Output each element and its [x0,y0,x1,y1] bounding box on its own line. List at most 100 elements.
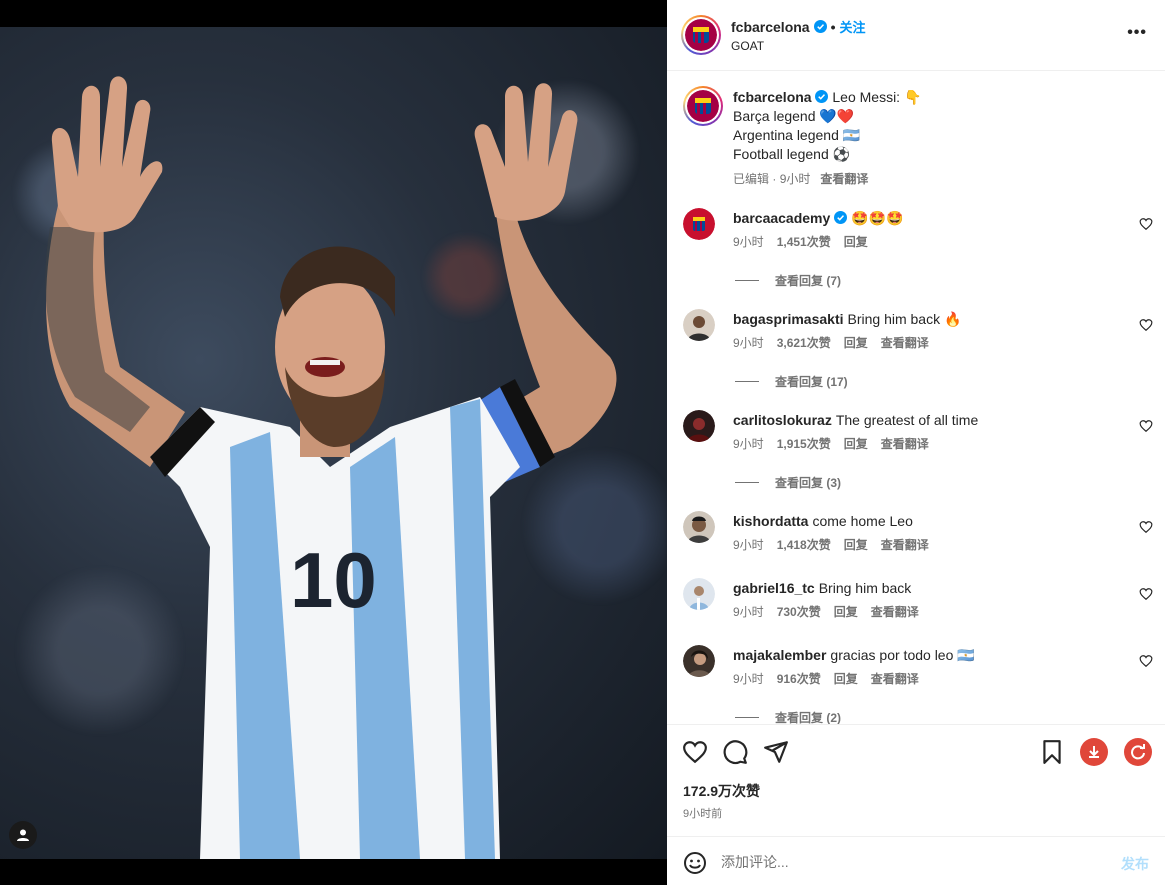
comment-heart-icon[interactable] [1139,217,1153,231]
comment-likes[interactable]: 916次赞 [777,670,821,689]
author-avatar[interactable] [681,15,721,55]
post-subtitle: GOAT [731,39,765,53]
comment-time: 9小时 [733,672,764,686]
post-photo[interactable]: 10 [0,27,667,859]
comment-username[interactable]: carlitoslokuraz [733,412,832,428]
view-replies-label[interactable]: 查看回复 (7) [775,272,841,289]
follow-button[interactable]: 关注 [840,17,866,36]
commenter-avatar[interactable] [683,511,715,543]
download-button[interactable] [1080,738,1108,766]
comment-body: barcaacademy 🤩🤩🤩 9小时 1,451次赞 回复 [733,209,1113,252]
svg-text:10: 10 [290,536,377,624]
commenter-avatar[interactable] [683,208,715,240]
comment-likes[interactable]: 1,418次赞 [777,536,831,555]
view-replies-label[interactable]: 查看回复 (17) [775,373,848,390]
caption-time: 9小时 [779,172,811,186]
comment-meta: 9小时 916次赞 回复 查看翻译 [733,670,1113,689]
commenter-avatar[interactable] [683,410,715,442]
comment-time: 9小时 [733,437,764,451]
commenter-avatar[interactable] [683,309,715,341]
comments-list[interactable]: fcbarcelona Leo Messi: 👇 Barça legend 💙❤… [667,72,1165,724]
comment-heart-icon[interactable] [1139,587,1153,601]
verified-icon [813,20,827,33]
post-panel: fcbarcelona • 关注 GOAT ••• fcbarcelona Le… [667,0,1165,885]
comment-time: 9小时 [733,336,764,350]
reply-button[interactable]: 回复 [844,435,868,454]
reply-button[interactable]: 回复 [844,536,868,555]
refresh-button[interactable] [1124,738,1152,766]
comment-time: 9小时 [733,538,764,552]
commenter-avatar[interactable] [683,578,715,610]
comment-username[interactable]: majakalember [733,647,826,663]
translate-link[interactable]: 查看翻译 [820,170,868,189]
comment-likes[interactable]: 730次赞 [777,603,821,622]
translate-link[interactable]: 查看翻译 [881,435,929,454]
view-replies[interactable]: 查看回复 (17) [735,373,848,390]
reply-button[interactable]: 回复 [844,233,868,252]
user-tag-icon [17,829,29,841]
verified-icon [815,90,829,103]
view-replies-label[interactable]: 查看回复 (3) [775,474,841,491]
caption-line: Barça legend 💙❤️ [733,108,855,124]
comment-username[interactable]: kishordatta [733,513,808,529]
comment-heart-icon[interactable] [1139,419,1153,433]
user-tag-button[interactable] [9,821,37,849]
reply-button[interactable]: 回复 [834,603,858,622]
share-icon[interactable] [763,739,789,765]
separator-dot: • [830,18,836,35]
comment-username[interactable]: barcaacademy [733,210,830,226]
comment-input[interactable] [721,849,1091,875]
comment-text: gracias por todo leo 🇦🇷 [830,647,975,663]
commenter-avatar[interactable] [683,645,715,677]
comment-meta: 9小时 1,451次赞 回复 [733,233,1113,252]
view-replies[interactable]: 查看回复 (7) [735,272,841,289]
comment-icon[interactable] [722,739,748,765]
caption-meta: 已编辑 · 9小时 查看翻译 [733,170,1153,189]
comment-body: gabriel16_tc Bring him back 9小时 730次赞 回复 … [733,579,1113,622]
comment-username[interactable]: gabriel16_tc [733,580,815,596]
view-replies[interactable]: 查看回复 (3) [735,474,841,491]
bookmark-icon[interactable] [1039,739,1065,765]
comment-heart-icon[interactable] [1139,318,1153,332]
view-replies-label[interactable]: 查看回复 (2) [775,709,841,724]
comment-meta: 9小时 1,418次赞 回复 查看翻译 [733,536,1113,555]
comment-heart-icon[interactable] [1139,520,1153,534]
translate-link[interactable]: 查看翻译 [871,603,919,622]
post-header: fcbarcelona • 关注 GOAT ••• [667,0,1165,71]
player-illustration: 10 [45,76,617,859]
caption-body: fcbarcelona Leo Messi: 👇 Barça legend 💙❤… [733,88,1153,189]
translate-link[interactable]: 查看翻译 [881,536,929,555]
likes-count[interactable]: 172.9万次赞 [683,781,760,801]
comment-username[interactable]: bagasprimasakti [733,311,844,327]
post-button[interactable]: 发布 [1121,854,1149,874]
author-username[interactable]: fcbarcelona [731,19,810,35]
caption-avatar[interactable] [683,86,723,126]
user-avatar-icon [683,511,715,543]
add-comment-bar: 发布 [667,836,1165,885]
caption-line: Argentina legend 🇦🇷 [733,127,861,143]
comment-body: majakalember gracias por todo leo 🇦🇷 9小时 … [733,646,1113,689]
comment-likes[interactable]: 1,915次赞 [777,435,831,454]
reply-button[interactable]: 回复 [844,334,868,353]
comment-heart-icon[interactable] [1139,654,1153,668]
more-icon[interactable]: ••• [1127,24,1147,42]
fcb-crest-icon [687,90,719,122]
heart-icon[interactable] [682,739,708,765]
comment-meta: 9小时 3,621次赞 回复 查看翻译 [733,334,1113,353]
view-replies[interactable]: 查看回复 (2) [735,709,841,724]
translate-link[interactable]: 查看翻译 [881,334,929,353]
comment-likes[interactable]: 1,451次赞 [777,233,831,252]
comment-text: Bring him back 🔥 [847,311,962,327]
verified-icon [834,211,848,224]
reply-button[interactable]: 回复 [834,670,858,689]
comment-likes[interactable]: 3,621次赞 [777,334,831,353]
comment-meta: 9小时 730次赞 回复 查看翻译 [733,603,1113,622]
emoji-icon[interactable] [683,851,707,875]
action-bar: 172.9万次赞 9小时前 [667,724,1165,836]
user-avatar-icon [683,309,715,341]
post-media[interactable]: 10 [0,0,667,885]
caption-username[interactable]: fcbarcelona [733,89,812,105]
translate-link[interactable]: 查看翻译 [871,670,919,689]
download-icon [1089,746,1099,758]
caption-line: Leo Messi: 👇 [832,89,922,105]
